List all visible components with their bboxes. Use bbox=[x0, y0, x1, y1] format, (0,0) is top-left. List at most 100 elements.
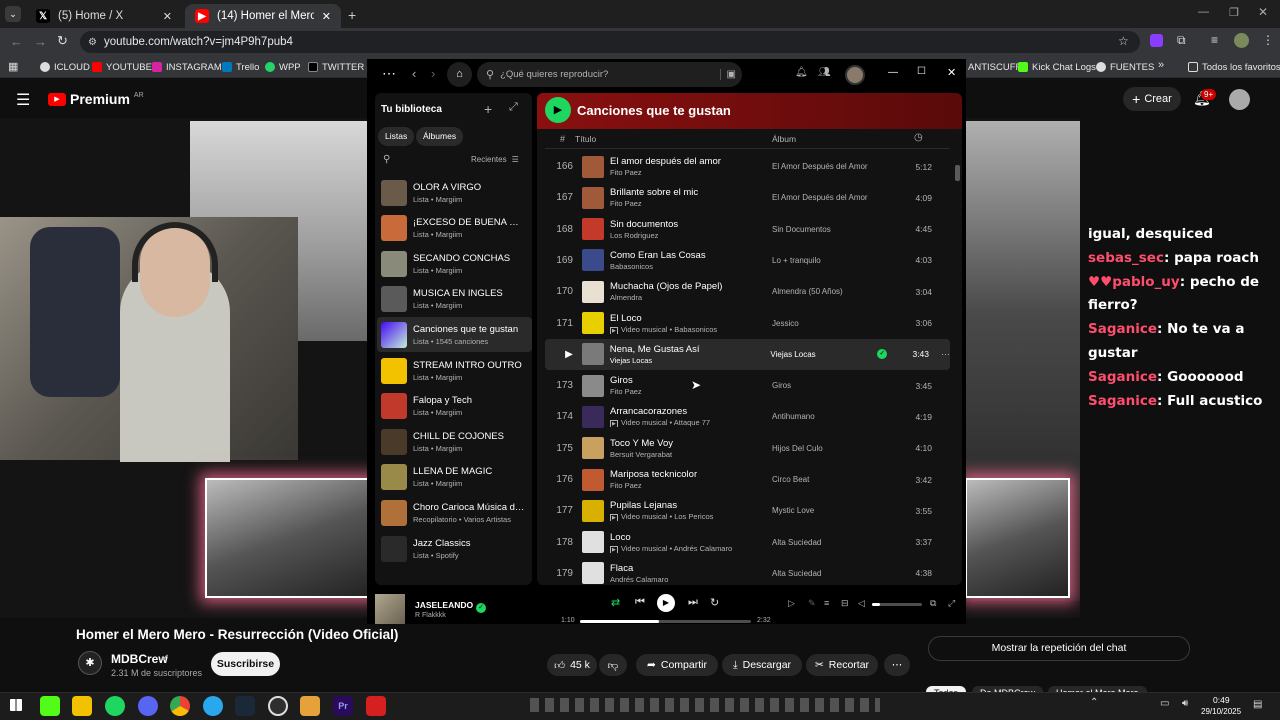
progress-bar[interactable] bbox=[580, 620, 751, 623]
bookmark-fuentes[interactable]: FUENTES bbox=[1096, 59, 1154, 75]
liked-check-icon[interactable]: ✓ bbox=[476, 603, 486, 613]
track-album[interactable]: Viejas Locas bbox=[770, 350, 891, 359]
download-button[interactable]: ⤓ Descargar bbox=[722, 654, 802, 676]
track-artist[interactable]: Andrés Calamaro bbox=[610, 575, 772, 584]
track-artist[interactable]: Fito Paez bbox=[610, 199, 772, 208]
more-actions-button[interactable]: ⋯ bbox=[884, 654, 910, 676]
scrollbar-thumb[interactable] bbox=[955, 165, 960, 181]
fullscreen-icon[interactable]: ⤢ bbox=[948, 598, 955, 609]
track-artist[interactable]: Bersuit Vergarabat bbox=[610, 450, 772, 459]
library-item[interactable]: SECANDO CONCHAS Lista • Margiim bbox=[377, 246, 532, 281]
close-icon[interactable]: ✕ bbox=[947, 66, 956, 79]
notifications-icon[interactable]: 🔔︎ bbox=[795, 67, 808, 78]
track-row[interactable]: 167 Brillante sobre el mic Fito Paez El Amo… bbox=[545, 182, 950, 213]
browser-tab-x[interactable]: 𝕏 (5) Home / X ✕ bbox=[26, 4, 182, 28]
now-playing-view-icon[interactable]: ▷ bbox=[788, 598, 795, 609]
track-album[interactable]: Sin Documentos bbox=[772, 225, 894, 234]
dislike-button[interactable]: 👎︎ bbox=[599, 654, 627, 676]
notification-center-icon[interactable]: ▤ bbox=[1253, 699, 1262, 710]
bookmark-kick-chat-logs[interactable]: Kick Chat Logs bbox=[1018, 59, 1096, 75]
close-tab-icon[interactable]: ✕ bbox=[322, 10, 331, 23]
kick-app-icon[interactable] bbox=[40, 696, 60, 716]
show-chat-replay-button[interactable]: Mostrar la repetición del chat bbox=[928, 636, 1190, 661]
bookmark-twitter[interactable]: TWITTER bbox=[308, 59, 364, 75]
track-title[interactable]: Nena, Me Gustas Así bbox=[610, 344, 771, 355]
library-item[interactable]: LLENA DE MAGIC Lista • Margiim bbox=[377, 460, 532, 495]
track-title[interactable]: Pupilas Lejanas bbox=[610, 500, 772, 511]
back-icon[interactable]: ← bbox=[10, 34, 23, 49]
game-app-icon[interactable] bbox=[300, 696, 320, 716]
library-search-icon[interactable]: ⚲ bbox=[383, 154, 390, 165]
nav-forward-icon[interactable]: › bbox=[431, 66, 435, 81]
connect-device-icon[interactable]: ⊟ bbox=[841, 598, 849, 609]
track-artist[interactable]: Babasonicos bbox=[610, 262, 772, 271]
maximize-icon[interactable]: ☐ bbox=[917, 66, 926, 77]
track-row[interactable]: 174 Arrancacorazones ▶ Video musical • Atta… bbox=[545, 401, 950, 432]
tab-search-button[interactable]: ⌄ bbox=[5, 6, 21, 22]
more-bookmarks-icon[interactable]: » bbox=[1158, 59, 1164, 71]
track-row[interactable]: 173 Giros Fito Paez Giros 3:45 bbox=[545, 370, 950, 401]
home-button[interactable]: ⌂ bbox=[447, 62, 472, 87]
track-row[interactable]: 176 Mariposa tecknicolor Fito Paez Circo Be… bbox=[545, 464, 950, 495]
lyrics-icon[interactable]: ✎ bbox=[808, 598, 816, 609]
create-button[interactable]: + Crear bbox=[1123, 87, 1181, 111]
library-item[interactable]: CHILL DE COJONES Lista • Margiim bbox=[377, 424, 532, 459]
create-playlist-icon[interactable]: + bbox=[484, 101, 492, 117]
steam-app-icon[interactable] bbox=[235, 696, 255, 716]
discord-app-icon[interactable] bbox=[138, 696, 158, 716]
track-album[interactable]: Almendra (50 Años) bbox=[772, 287, 894, 296]
library-item[interactable]: Falopa y Tech Lista • Margiim bbox=[377, 389, 532, 424]
track-title[interactable]: Arrancacorazones bbox=[610, 406, 772, 417]
chrome-app-icon[interactable] bbox=[170, 696, 190, 716]
track-artist[interactable]: ▶ Video musical • Attaque 77 bbox=[610, 418, 772, 428]
track-artist[interactable]: ▶ Video musical • Los Pericos bbox=[610, 512, 772, 522]
track-title[interactable]: Sin documentos bbox=[610, 219, 772, 230]
column-header-album[interactable]: Álbum bbox=[772, 134, 796, 144]
track-artist[interactable]: Viejas Locas bbox=[610, 356, 771, 365]
track-row[interactable]: 166 El amor después del amor Fito Paez El A… bbox=[545, 151, 950, 182]
track-album[interactable]: Mystic Love bbox=[772, 506, 894, 515]
media-controls-icon[interactable]: ≡ bbox=[1211, 33, 1218, 47]
library-item[interactable]: OLOR A VIRGO Lista • Margiim bbox=[377, 175, 532, 210]
track-title[interactable]: Mariposa tecknicolor bbox=[610, 469, 772, 480]
track-artist[interactable]: Los Rodriguez bbox=[610, 231, 772, 240]
column-header-title[interactable]: Título bbox=[575, 134, 596, 144]
track-artist[interactable]: Fito Paez bbox=[610, 481, 772, 490]
telegram-app-icon[interactable] bbox=[203, 696, 223, 716]
close-tab-icon[interactable]: ✕ bbox=[163, 10, 172, 23]
play-button[interactable]: ▶ bbox=[545, 97, 571, 123]
expand-library-icon[interactable]: ⤢ bbox=[509, 101, 518, 114]
bookmark-antiscuff[interactable]: ANTISCUFF bbox=[968, 59, 1021, 75]
track-row[interactable]: 178 Loco ▶ Video musical • Andrés Calamaro A… bbox=[545, 527, 950, 558]
more-options-icon[interactable]: ⋯ bbox=[941, 349, 950, 360]
clock-date[interactable]: 29/10/2025 bbox=[1201, 707, 1241, 716]
library-item[interactable]: Canciones que te gustan Lista • 1545 canc… bbox=[377, 317, 532, 353]
queue-icon[interactable]: ≡ bbox=[824, 598, 829, 608]
minimize-icon[interactable]: — bbox=[888, 67, 898, 78]
track-album[interactable]: Jessico bbox=[772, 319, 894, 328]
bookmark-youtube[interactable]: YOUTUBE bbox=[92, 59, 152, 75]
library-item[interactable]: Choro Carioca Música do ... Recopilatorio… bbox=[377, 495, 532, 530]
track-row[interactable]: ▶ Nena, Me Gustas Así Viejas Locas Viejas L… bbox=[545, 338, 950, 370]
hamburger-menu-icon[interactable]: ☰ bbox=[16, 90, 30, 110]
share-button[interactable]: ➦ Compartir bbox=[636, 654, 718, 676]
clip-button[interactable]: ✂ Recortar bbox=[806, 654, 878, 676]
forward-icon[interactable]: → bbox=[34, 34, 47, 49]
search-input[interactable]: ⚲ ¿Qué quieres reproducir? ▣ bbox=[477, 62, 742, 87]
minimize-window-icon[interactable]: — bbox=[1198, 6, 1209, 18]
network-icon[interactable]: ▭ bbox=[1160, 698, 1169, 709]
spotify-menu-icon[interactable]: ⋯ bbox=[382, 65, 396, 82]
track-title[interactable]: Como Eran Las Cosas bbox=[610, 250, 772, 261]
extension-icon[interactable] bbox=[1150, 34, 1163, 47]
library-item[interactable]: ¡EXCESO DE BUENA MUS...Lista • Margiim bbox=[377, 211, 532, 246]
track-album[interactable]: El Amor Después del Amor bbox=[772, 162, 894, 171]
track-album[interactable]: Lo + tranquilo bbox=[772, 256, 894, 265]
bookmark-wpp[interactable]: WPP bbox=[265, 59, 301, 75]
library-title[interactable]: Tu biblioteca bbox=[381, 104, 442, 115]
track-row[interactable]: 179 Flaca Andrés Calamaro Alta Suciedad 4:38 bbox=[545, 558, 950, 585]
windows-start-icon[interactable] bbox=[10, 699, 22, 711]
subscribe-button[interactable]: Suscribirse bbox=[211, 652, 280, 676]
track-row[interactable]: 169 Como Eran Las Cosas Babasonicos Lo + tr… bbox=[545, 245, 950, 276]
file-explorer-icon[interactable] bbox=[72, 696, 92, 716]
recording-app-icon[interactable] bbox=[366, 696, 386, 716]
